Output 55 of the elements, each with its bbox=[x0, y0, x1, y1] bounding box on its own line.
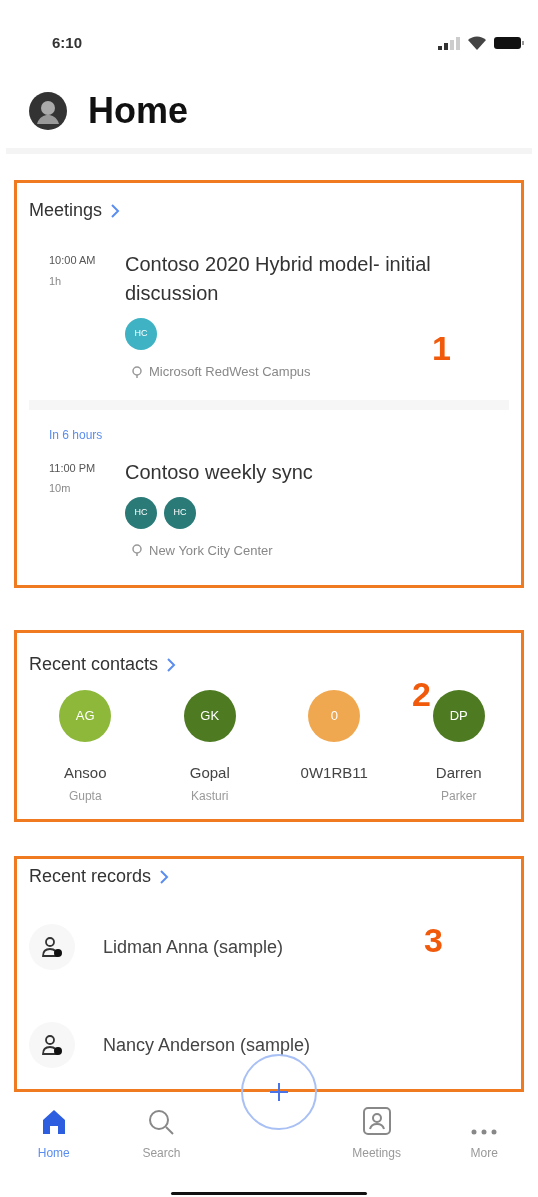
meeting-time: 11:00 PM bbox=[49, 460, 97, 476]
meeting-location: Microsoft RedWest Campus bbox=[149, 363, 311, 381]
section-title[interactable]: Recent records bbox=[29, 863, 152, 890]
record-name: Lidman Anna (sample) bbox=[103, 935, 284, 959]
contact-last-name: Kasturi bbox=[191, 787, 229, 805]
nav-tab[interactable]: Meetings bbox=[322, 1102, 431, 1162]
contact-first-name: Darren bbox=[435, 763, 482, 783]
contact-avatar[interactable]: DP bbox=[432, 690, 485, 742]
record-item[interactable]: Lidman Anna (sample) bbox=[29, 924, 284, 970]
contact-record-icon bbox=[29, 1022, 75, 1068]
callout-number: 2 bbox=[412, 677, 431, 711]
status-time: 6:10 bbox=[52, 32, 83, 53]
chevron-icon bbox=[110, 202, 121, 219]
contact-first-name: Ansoo bbox=[63, 763, 107, 783]
meeting-title: Contoso 2020 Hybrid model- initial discussion bbox=[125, 252, 432, 306]
contact-last-name: Gupta bbox=[68, 787, 102, 805]
contact-first-name: 0W1RB11 bbox=[300, 763, 368, 783]
signal-icon bbox=[438, 36, 460, 50]
home-icon bbox=[40, 1108, 67, 1136]
profile-avatar-icon bbox=[28, 91, 68, 131]
plus-icon bbox=[269, 1082, 289, 1102]
contact-first-name: Gopal bbox=[189, 763, 230, 783]
wifi-icon bbox=[468, 36, 486, 50]
add-button[interactable] bbox=[241, 1054, 317, 1130]
more-icon bbox=[470, 1128, 499, 1136]
meeting-time: 10:00 AM bbox=[49, 253, 97, 268]
meeting-duration: 1h bbox=[49, 273, 63, 289]
calendar-person-icon bbox=[361, 1106, 392, 1136]
nav-tab[interactable]: Search bbox=[107, 1102, 216, 1162]
page-title: Home bbox=[88, 89, 189, 133]
nav-tab[interactable]: Home bbox=[0, 1102, 108, 1162]
battery-icon bbox=[494, 36, 524, 50]
contact-record-icon bbox=[29, 924, 75, 970]
chevron-icon bbox=[159, 868, 170, 885]
contact-avatar[interactable]: GK bbox=[183, 690, 236, 742]
attendee-avatar: HC bbox=[164, 496, 196, 529]
meeting-location: New York City Center bbox=[149, 541, 273, 560]
section-title[interactable]: Recent contacts bbox=[29, 651, 159, 678]
meeting-duration: 10m bbox=[49, 481, 72, 496]
attendee-avatar: HC bbox=[125, 496, 157, 529]
meeting-card[interactable]: In 6 hours 11:00 PM 10m Contoso weekly sync HC HC New York City Center bbox=[29, 409, 509, 560]
relative-time: In 6 hours bbox=[49, 426, 104, 444]
record-name: Nancy Anderson (sample) bbox=[103, 1033, 311, 1057]
location-icon bbox=[131, 544, 143, 557]
location-icon bbox=[131, 365, 143, 378]
section-title[interactable]: Meetings bbox=[29, 197, 103, 224]
callout-number: 1 bbox=[432, 331, 451, 365]
chevron-icon bbox=[166, 656, 177, 673]
nav-tab[interactable]: More bbox=[430, 1102, 538, 1162]
record-item[interactable]: Nancy Anderson (sample) bbox=[29, 1022, 311, 1068]
attendee-avatar: HC bbox=[125, 318, 157, 350]
contact-last-name: Parker bbox=[441, 787, 477, 805]
search-icon bbox=[147, 1108, 176, 1136]
callout-number: 3 bbox=[424, 923, 443, 957]
meeting-title: Contoso weekly sync bbox=[125, 459, 314, 485]
